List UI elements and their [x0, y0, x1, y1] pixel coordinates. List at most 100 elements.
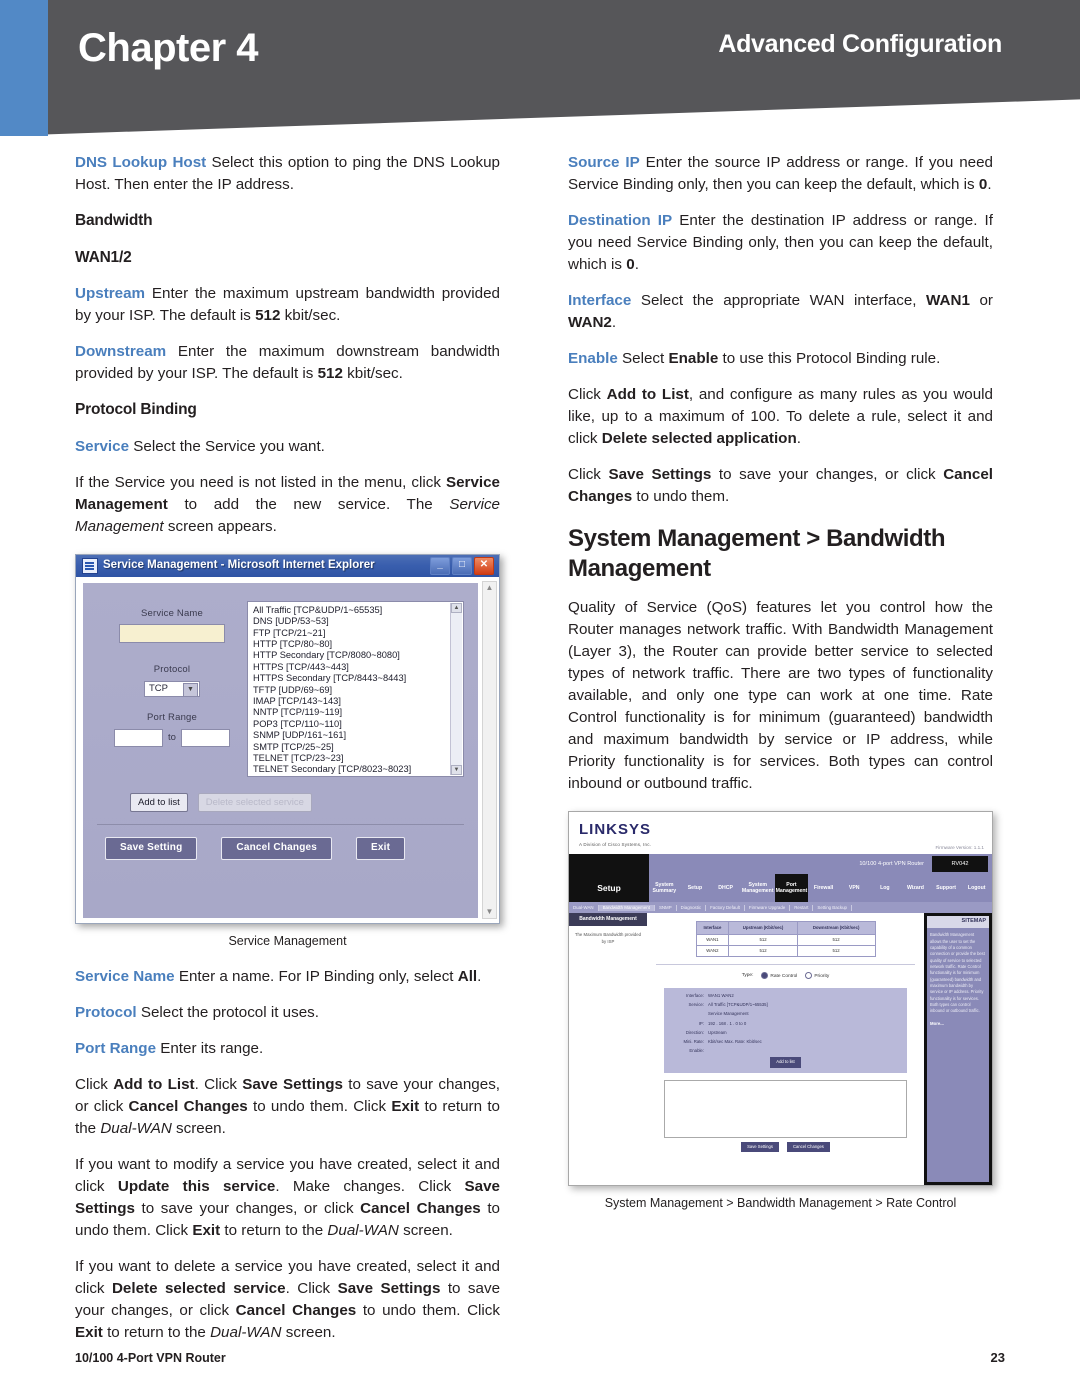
list-scroll-up-icon[interactable]: ▲ — [451, 602, 462, 613]
router-subtab-setting-backup[interactable]: Setting Backup — [813, 904, 852, 911]
port-range-start-input[interactable] — [114, 729, 164, 748]
port-range-end-input[interactable] — [180, 729, 230, 748]
text-downstream-c: kbit/sec. — [342, 365, 403, 383]
router-tab-system-management[interactable]: System Management — [741, 882, 775, 895]
router-subtab-factory-default[interactable]: Factory Default — [706, 904, 745, 911]
list-scroll-down-icon[interactable]: ▼ — [451, 764, 462, 775]
router-subtabs: Dual-WAN Bandwidth Management SNMP Diagnost… — [569, 902, 992, 914]
router-tab-firewall[interactable]: Firewall — [808, 885, 839, 892]
panel-field-value[interactable]: WAN1 WAN2 — [708, 993, 734, 999]
value-upstream-default: 512 — [255, 307, 281, 325]
panel-field-value[interactable]: Kbit/sec Max. Rate: Kbit/sec — [708, 1039, 762, 1045]
close-button[interactable]: ✕ — [474, 556, 494, 575]
service-list-item[interactable]: IMAP [TCP/143~143] — [253, 696, 463, 707]
service-list-item[interactable]: HTTP Secondary [TCP/8080~8080] — [253, 650, 463, 661]
t-if-a: Select the appropriate WAN interface, — [631, 292, 927, 310]
router-tab-log[interactable]: Log — [870, 885, 901, 892]
service-list-item[interactable]: HTTPS Secondary [TCP/8443~8443] — [253, 673, 463, 684]
save-setting-button[interactable]: Save Setting — [105, 837, 198, 860]
t-del-f: Cancel Changes — [235, 1302, 357, 1320]
radio-priority[interactable]: Priority — [805, 972, 829, 981]
router-subtab-snmp[interactable]: SNMP — [655, 904, 677, 911]
panel-field-value[interactable]: 192 . 168 . 1 . 0 to 0 — [708, 1021, 746, 1027]
table-cell-value[interactable]: 512 — [796, 933, 876, 947]
panel-field-value[interactable]: All Traffic [TCP&UDP/1~65535] — [708, 1002, 768, 1008]
protocol-select[interactable]: TCP ▼ — [144, 681, 200, 698]
maximize-button[interactable]: □ — [452, 556, 472, 575]
service-list-item[interactable]: FTP [TCP/21~21] — [253, 628, 463, 639]
scroll-down-icon[interactable]: ▼ — [483, 906, 496, 918]
window-scrollbar[interactable]: ▲ ▼ — [482, 580, 497, 919]
service-list-item[interactable]: TELNET Secondary [TCP/8023~8023] — [253, 764, 463, 775]
service-list-item[interactable]: SNMP [UDP/161~161] — [253, 730, 463, 741]
port-range-row: to — [97, 729, 247, 748]
sitemap-link[interactable]: SITEMAP — [927, 916, 989, 929]
table-column-header: Downstream (Kbit/sec) — [796, 921, 876, 935]
t-mod-i: to return to the — [220, 1222, 328, 1240]
table-cell-value[interactable]: 512 — [796, 945, 876, 958]
panel-add-to-list-button[interactable]: Add to list — [770, 1057, 801, 1068]
firmware-version: Firmware Version: 1.1.1 — [935, 844, 984, 850]
term-destination-ip: Destination IP — [568, 212, 673, 230]
minimize-button[interactable]: _ — [430, 556, 450, 575]
service-list-scrollbar[interactable]: ▲ ▼ — [450, 602, 462, 775]
router-subtab-firmware-upgrade[interactable]: Firmware Upgrade — [745, 904, 791, 911]
table-cell-value[interactable]: 512 — [728, 945, 798, 958]
cancel-changes-button[interactable]: Cancel Changes — [221, 837, 333, 860]
term-downstream: Downstream — [75, 343, 167, 361]
chevron-down-icon: ▼ — [183, 683, 198, 698]
service-list-item[interactable]: TFTP [UDP/69~69] — [253, 685, 463, 696]
service-name-input[interactable] — [119, 624, 225, 644]
router-tab-support[interactable]: Support — [931, 885, 962, 892]
sidebar-text: The Maximum Bandwidth provided by ISP — [574, 932, 642, 944]
table-cell-value[interactable]: 512 — [728, 933, 798, 947]
router-tabs: System Summary Setup DHCP System Management… — [649, 874, 992, 903]
section-title: Advanced Configuration — [718, 30, 1002, 58]
router-tab-port-management[interactable]: Port Management — [774, 874, 809, 903]
rules-listbox[interactable] — [664, 1079, 907, 1138]
table-header-row: Interface Upstream (Kbit/sec) Downstream (… — [695, 921, 876, 935]
panel-field-value[interactable]: Upstream — [708, 1030, 727, 1036]
radio-rate-control[interactable]: Rate Control — [761, 972, 797, 981]
service-list-item[interactable]: DNS [UDP/53~53] — [253, 616, 463, 627]
service-list-item[interactable]: NNTP [TCP/119~119] — [253, 707, 463, 718]
paragraph-service-name: Service Name Enter a name. For IP Bindin… — [75, 966, 500, 988]
router-cancel-changes-button[interactable]: Cancel Changes — [786, 1141, 830, 1152]
router-save-settings-button[interactable]: Save Settings — [741, 1141, 779, 1152]
router-subtab-bandwidth-management[interactable]: Bandwidth Management — [598, 904, 655, 911]
router-subtab-restart[interactable]: Restart — [790, 904, 814, 911]
label-port-range: Port Range — [146, 712, 198, 724]
router-tab-dhcp[interactable]: DHCP — [710, 885, 741, 892]
service-list-item[interactable]: HTTPS [TCP/443~443] — [253, 662, 463, 673]
service-list-item[interactable]: All Traffic [TCP&UDP/1~65535] — [253, 605, 463, 616]
radio-rate-control-label: Rate Control — [770, 974, 798, 979]
paragraph-destination-ip: Destination IP Enter the destination IP … — [568, 210, 993, 276]
delete-selected-service-button[interactable]: Delete selected service — [197, 792, 312, 813]
router-tab-vpn[interactable]: VPN — [839, 885, 870, 892]
t-en-b: Enable — [668, 350, 719, 368]
form-divider — [97, 824, 464, 826]
service-list-item[interactable]: SMTP [TCP/25~25] — [253, 742, 463, 753]
window-body: ▲ ▼ Service Name Protocol TCP ▼ Port Ran… — [76, 576, 499, 923]
router-subtab-diagnostic[interactable]: Diagnostic — [677, 904, 707, 911]
help-more-link[interactable]: More... — [927, 1019, 989, 1029]
list-action-buttons: Add to list Delete selected service — [83, 792, 478, 813]
form-left-fields: Service Name Protocol TCP ▼ Port Range t… — [97, 601, 247, 777]
service-listbox[interactable]: All Traffic [TCP&UDP/1~65535] DNS [UDP/53… — [247, 600, 464, 777]
router-tab-logout[interactable]: Logout — [961, 885, 992, 892]
service-list-item[interactable]: TELNET [TCP/23~23] — [253, 753, 463, 764]
panel-field-value[interactable]: Service Management — [708, 1011, 749, 1017]
service-list-item[interactable]: POP3 [TCP/110~110] — [253, 719, 463, 730]
panel-field-row: Service: All Traffic [TCP&UDP/1~65535] — [670, 1002, 901, 1008]
service-list-item[interactable]: HTTP [TCP/80~80] — [253, 639, 463, 650]
router-tab-system-summary[interactable]: System Summary — [649, 882, 680, 895]
panel-field-label: Service: — [688, 1002, 704, 1008]
exit-button[interactable]: Exit — [356, 837, 406, 860]
scroll-up-icon[interactable]: ▲ — [483, 582, 496, 594]
router-subtab-dual-wan[interactable]: Dual-WAN — [569, 904, 599, 911]
router-tab-wizard[interactable]: Wizard — [900, 885, 931, 892]
add-to-list-button[interactable]: Add to list — [130, 792, 188, 813]
t-click-j: Dual-WAN — [100, 1120, 172, 1138]
panel-divider-1 — [656, 964, 915, 966]
router-tab-setup[interactable]: Setup — [680, 885, 711, 892]
